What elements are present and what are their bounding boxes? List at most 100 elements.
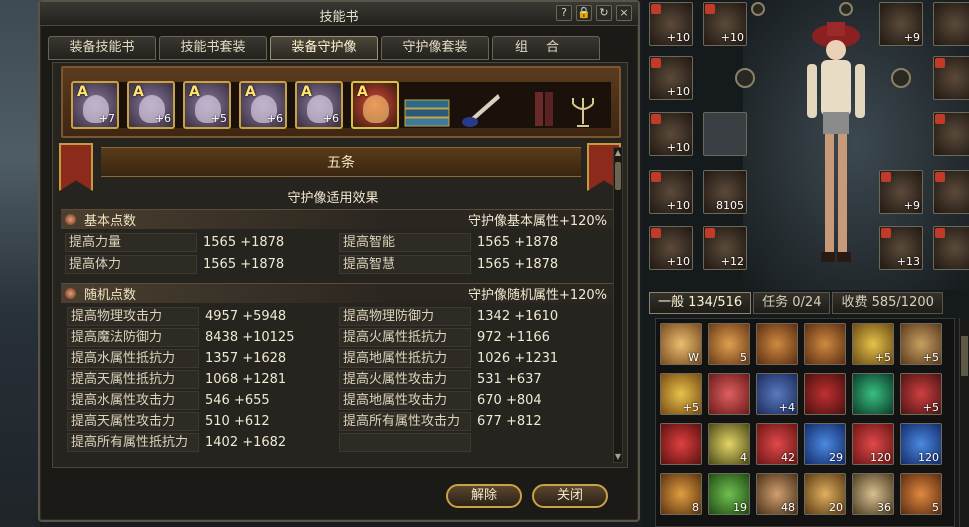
lock-icon <box>651 228 661 238</box>
lock-icon[interactable]: 🔒 <box>576 5 592 21</box>
stat-value: 4957 +5948 <box>205 309 287 324</box>
stat-label: 提高地属性抵抗力 <box>339 349 471 368</box>
inventory-item[interactable]: +5 <box>852 323 894 365</box>
inventory-item[interactable] <box>660 423 702 465</box>
rotate-right-icon[interactable] <box>891 68 911 88</box>
inventory-item[interactable]: +5 <box>660 373 702 415</box>
tab-inventory-quest[interactable]: 任务 0/24 <box>753 292 831 314</box>
tab-equip-guardian[interactable]: 装备守护像 <box>270 36 378 60</box>
equip-slot[interactable]: +10 <box>649 112 693 156</box>
equip-slot[interactable]: +10 <box>649 226 693 270</box>
inventory-item[interactable]: 20 <box>804 473 846 515</box>
tab-equip-skill-book[interactable]: 装备技能书 <box>48 36 156 60</box>
inventory-item[interactable]: 29 <box>804 423 846 465</box>
scroll-down-icon[interactable]: ▼ <box>614 453 622 461</box>
dismantle-button[interactable]: 解除 <box>446 484 522 508</box>
character-model <box>807 22 865 262</box>
scroll-thumb[interactable] <box>615 162 621 190</box>
inventory-item[interactable]: 48 <box>756 473 798 515</box>
basic-points-header: 基本点数 守护像基本属性+120% <box>61 209 613 229</box>
equip-slot[interactable] <box>933 170 969 214</box>
close-icon[interactable]: × <box>616 5 632 21</box>
guardian-slot-1[interactable]: A +7 <box>71 81 119 129</box>
stat-row: 提高火属性攻击力 531 +637 <box>339 370 542 389</box>
equip-slot[interactable]: +10 <box>649 56 693 100</box>
scroll-up-icon[interactable]: ▲ <box>614 149 622 157</box>
tab-inventory-general[interactable]: 一般 134/516 <box>649 292 752 314</box>
stat-label: 提高智慧 <box>339 255 471 274</box>
reset-icon[interactable]: ↻ <box>596 5 612 21</box>
inventory-item[interactable]: W <box>660 323 702 365</box>
guardian-slot-2[interactable]: A +6 <box>127 81 175 129</box>
equip-slot[interactable] <box>703 112 747 156</box>
equip-slot[interactable]: +9 <box>879 170 923 214</box>
equip-slot[interactable]: +13 <box>879 226 923 270</box>
inventory-item[interactable]: 8 <box>660 473 702 515</box>
equip-slot[interactable] <box>933 56 969 100</box>
equip-slot[interactable] <box>933 226 969 270</box>
inventory-item[interactable]: 19 <box>708 473 750 515</box>
inventory-item[interactable] <box>708 373 750 415</box>
inventory-item[interactable] <box>852 373 894 415</box>
slot-level: +7 <box>98 112 115 125</box>
inventory-item[interactable]: 120 <box>852 423 894 465</box>
stat-label: 提高智能 <box>339 233 471 252</box>
equip-slot[interactable]: +9 <box>879 2 923 46</box>
guardian-slot-5[interactable]: A +6 <box>295 81 343 129</box>
inventory-item[interactable]: 5 <box>708 323 750 365</box>
lock-icon <box>935 228 945 238</box>
item-level: +12 <box>720 255 744 268</box>
guardian-slot-3[interactable]: A +5 <box>183 81 231 129</box>
rotate-left-icon[interactable] <box>735 68 755 88</box>
equip-slot[interactable] <box>933 2 969 46</box>
window-titlebar[interactable]: 技能书 ? 🔒 ↻ × <box>40 2 638 26</box>
equip-slot[interactable]: 8105 <box>703 170 747 214</box>
guardian-slot-6[interactable]: A <box>351 81 399 129</box>
lock-icon <box>935 114 945 124</box>
stat-row: 提高智慧 1565 +1878 <box>339 255 558 274</box>
equip-slot[interactable]: +12 <box>703 226 747 270</box>
stat-label: 提高天属性抵抗力 <box>67 370 199 389</box>
equip-slot[interactable]: +10 <box>649 2 693 46</box>
inventory-item[interactable] <box>756 323 798 365</box>
stat-row: 提高智能 1565 +1878 <box>339 233 558 252</box>
slot-level: +6 <box>322 112 339 125</box>
inventory-item[interactable] <box>804 373 846 415</box>
stat-label: 提高体力 <box>65 255 197 274</box>
stat-label: 提高力量 <box>65 233 197 252</box>
skill-book-window: 技能书 ? 🔒 ↻ × 装备技能书 技能书套装 装备守护像 守护像套装 组合 A… <box>38 0 640 522</box>
item-count: W <box>688 351 699 364</box>
bullet-icon <box>65 288 76 299</box>
inventory-item[interactable]: +5 <box>900 323 942 365</box>
item-level: +10 <box>666 85 690 98</box>
candelabra-icon <box>572 98 594 127</box>
inventory-item[interactable]: 4 <box>708 423 750 465</box>
stat-value: 1402 +1682 <box>205 435 287 450</box>
tab-combination[interactable]: 组合 <box>492 36 600 60</box>
equip-slot[interactable] <box>933 112 969 156</box>
group-bonus: 守护像基本属性+120% <box>467 214 607 229</box>
inventory-item[interactable]: +4 <box>756 373 798 415</box>
inventory-item[interactable]: 42 <box>756 423 798 465</box>
item-level: +10 <box>720 31 744 44</box>
radio-option-icon[interactable] <box>751 2 765 16</box>
inventory-item[interactable]: 36 <box>852 473 894 515</box>
inventory-scrollbar[interactable] <box>959 318 969 527</box>
inventory-item[interactable]: 5 <box>900 473 942 515</box>
inventory-item[interactable]: 120 <box>900 423 942 465</box>
guardian-slot-4[interactable]: A +6 <box>239 81 287 129</box>
equip-slot[interactable]: +10 <box>649 170 693 214</box>
guardian-shelf: A +7 A +6 A +5 A +6 A +6 A <box>61 66 621 138</box>
stat-value: 1357 +1628 <box>205 351 287 366</box>
lock-icon <box>881 172 891 182</box>
equip-slot[interactable]: +10 <box>703 2 747 46</box>
tab-guardian-set[interactable]: 守护像套装 <box>381 36 489 60</box>
effects-scrollbar[interactable]: ▲ ▼ <box>613 147 623 463</box>
inventory-item[interactable]: +5 <box>900 373 942 415</box>
scroll-thumb[interactable] <box>961 336 968 376</box>
tab-inventory-paid[interactable]: 收费 585/1200 <box>832 292 943 314</box>
close-button[interactable]: 关闭 <box>532 484 608 508</box>
tab-skill-book-set[interactable]: 技能书套装 <box>159 36 267 60</box>
help-icon[interactable]: ? <box>556 5 572 21</box>
inventory-item[interactable] <box>804 323 846 365</box>
